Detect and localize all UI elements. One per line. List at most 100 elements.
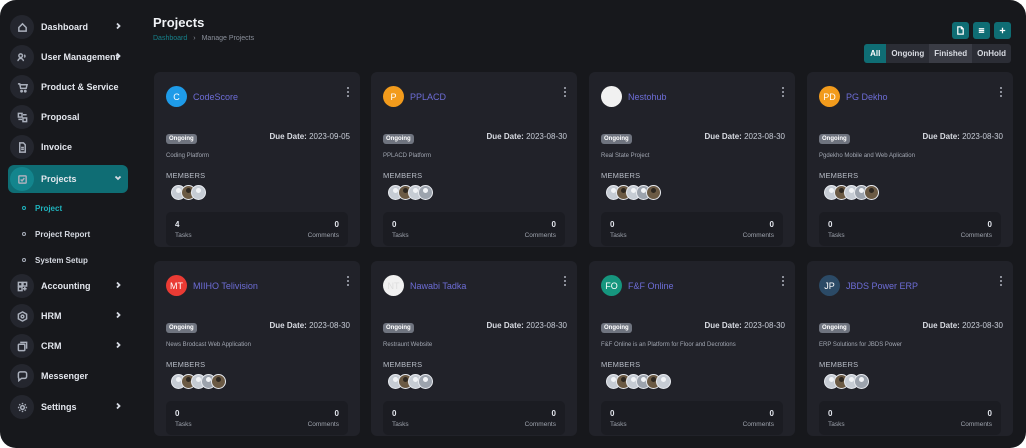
avatar[interactable] [418,185,433,200]
export-button[interactable] [952,22,969,39]
project-name-link[interactable]: JBDS Power ERP [846,281,918,291]
project-card[interactable]: PD PG Dekho Ongoing Due Date: 2023-08-30 Pgd… [807,72,1013,247]
filter-onhold[interactable]: OnHold [972,44,1011,63]
sidebar-item-accounting[interactable]: Accounting [8,272,128,300]
sidebar-item-proposal[interactable]: Proposal [8,103,128,131]
list-view-button[interactable] [973,22,990,39]
avatar[interactable] [646,185,661,200]
more-options-icon[interactable] [344,86,352,98]
sidebar-subitem-project[interactable]: Project [22,201,62,215]
member-avatars [171,374,226,389]
sidebar-item-settings[interactable]: Settings [8,393,128,421]
sidebar-item-user-management[interactable]: User Management [8,43,128,71]
avatar[interactable] [418,374,433,389]
sidebar-item-product-service[interactable]: Product & Service [8,73,128,101]
project-card[interactable]: Nestohub Ongoing Due Date: 2023-08-30 Real … [589,72,795,247]
tasks-label: Tasks [610,232,627,239]
tasks-stat: 0 Tasks [828,409,845,428]
add-project-button[interactable] [994,22,1011,39]
sidebar-item-messenger[interactable]: Messenger [8,362,128,390]
more-options-icon[interactable] [779,86,787,98]
sidebar: Dashboard User Management Product & Servic… [0,0,140,448]
sidebar-item-label: Messenger [41,371,89,381]
sidebar-item-invoice[interactable]: Invoice [8,133,128,161]
comments-count: 0 [987,409,992,418]
due-date: Due Date: 2023-08-30 [270,321,351,330]
project-stats: 0 Tasks 0 Comments [383,212,565,246]
more-options-icon[interactable] [561,275,569,287]
project-description: Real State Project [601,153,650,159]
project-stats: 0 Tasks 0 Comments [601,212,783,246]
tasks-stat: 0 Tasks [610,409,627,428]
sidebar-item-label: User Management [41,52,119,62]
avatar[interactable] [864,185,879,200]
tasks-label: Tasks [392,421,409,428]
project-name-link[interactable]: Nestohub [628,92,667,102]
tasks-label: Tasks [610,421,627,428]
avatar[interactable] [656,374,671,389]
avatar[interactable] [854,374,869,389]
comments-stat: 0 Comments [525,409,556,428]
project-card[interactable]: MT MIIHO Telivision Ongoing Due Date: 2023-… [154,261,360,436]
project-name-link[interactable]: PPLACD [410,92,446,102]
project-card[interactable]: C CodeScore Ongoing Due Date: 2023-09-05 Cod… [154,72,360,247]
more-options-icon[interactable] [779,275,787,287]
project-avatar [601,86,622,107]
export-icon [957,26,964,35]
avatar[interactable] [211,374,226,389]
filter-all[interactable]: All [864,44,887,63]
project-card[interactable]: P PPLACD Ongoing Due Date: 2023-08-30 PPLACD… [371,72,577,247]
project-card[interactable]: NT Nawabi Tadka Ongoing Due Date: 2023-08-3… [371,261,577,436]
due-date-value: 2023-08-30 [309,321,350,330]
more-options-icon[interactable] [997,275,1005,287]
due-date: Due Date: 2023-09-05 [270,132,351,141]
project-name-link[interactable]: MIIHO Telivision [193,281,258,291]
due-date: Due Date: 2023-08-30 [923,132,1004,141]
more-options-icon[interactable] [344,275,352,287]
sidebar-subitem-label: Project [35,203,63,213]
list-icon [978,28,985,33]
tasks-label: Tasks [828,421,845,428]
filter-ongoing[interactable]: Ongoing [886,44,929,63]
project-stats: 0 Tasks 0 Comments [819,212,1001,246]
bullet-icon [22,206,26,210]
comments-label: Comments [960,421,992,428]
tasks-count: 0 [828,220,833,229]
bullet-icon [22,232,26,236]
due-date-label: Due Date: [922,132,960,141]
bullet-icon [22,258,26,262]
more-options-icon[interactable] [561,86,569,98]
sidebar-subitem-project-report[interactable]: Project Report [22,227,90,241]
sidebar-item-projects[interactable]: Projects [8,165,128,193]
breadcrumb-dashboard-link[interactable]: Dashboard [153,35,187,42]
chevron-down-icon [114,173,122,185]
project-description: Coding Platform [166,153,210,159]
project-name-link[interactable]: CodeScore [193,92,238,102]
project-name-link[interactable]: F&F Online [628,281,674,291]
project-avatar: P [383,86,404,107]
avatar[interactable] [191,185,206,200]
due-date-value: 2023-08-30 [962,321,1003,330]
member-avatars [606,374,671,389]
toolbar [952,22,1011,39]
sidebar-item-hrm[interactable]: HRM [8,302,128,330]
members-label: MEMBERS [601,360,641,369]
members-label: MEMBERS [383,171,423,180]
sidebar-subitem-system-setup[interactable]: System Setup [22,253,88,267]
project-description: PPLACD Platform [383,153,432,159]
due-date-label: Due Date: [704,132,742,141]
due-date: Due Date: 2023-08-30 [487,132,568,141]
project-card[interactable]: FO F&F Online Ongoing Due Date: 2023-08-30 F… [589,261,795,436]
tasks-count: 0 [175,409,180,418]
tasks-label: Tasks [175,232,192,239]
project-card[interactable]: JP JBDS Power ERP Ongoing Due Date: 2023-08… [807,261,1013,436]
due-date-label: Due Date: [486,132,524,141]
project-stats: 0 Tasks 0 Comments [819,401,1001,435]
sidebar-item-crm[interactable]: CRM [8,332,128,360]
filter-finished[interactable]: Finished [929,44,973,63]
sidebar-item-dashboard[interactable]: Dashboard [8,13,128,41]
project-initials: NT [387,280,400,291]
project-name-link[interactable]: PG Dekho [846,92,888,102]
project-name-link[interactable]: Nawabi Tadka [410,281,466,291]
more-options-icon[interactable] [997,86,1005,98]
